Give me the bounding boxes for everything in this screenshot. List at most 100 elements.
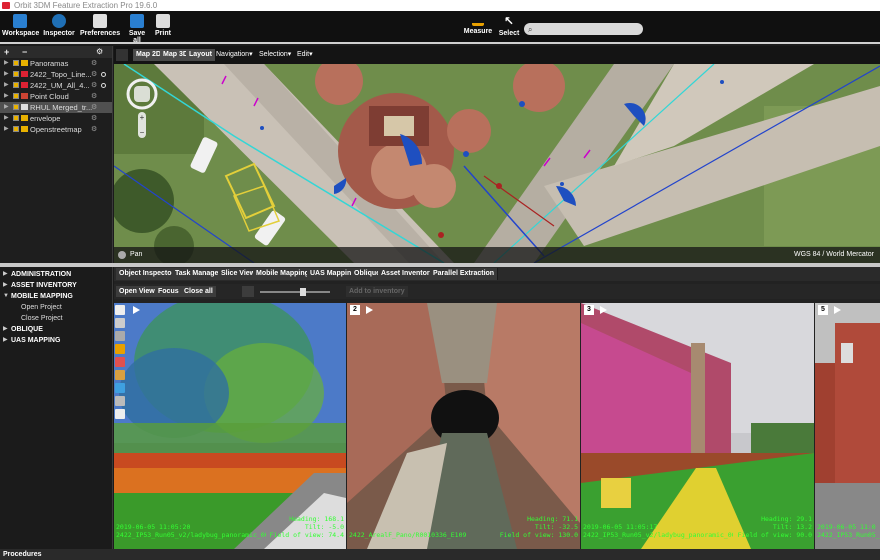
map-collapse-icon[interactable] xyxy=(116,49,128,61)
module-tab[interactable]: Mobile Mapping xyxy=(253,268,313,280)
expand-icon[interactable]: ▶ xyxy=(4,80,9,91)
play-icon[interactable] xyxy=(832,305,842,315)
module-tab[interactable]: Object Inspector xyxy=(116,268,179,280)
pointcloud-icon[interactable] xyxy=(115,357,125,367)
fov-label: Field of view: xyxy=(269,531,325,539)
play-icon[interactable] xyxy=(131,305,141,315)
layer-settings-icon[interactable]: ⚙ xyxy=(96,46,103,58)
menu-section[interactable]: ▶ ASSET INVENTORY xyxy=(0,280,112,291)
layer-gear-icon[interactable]: ⚙ xyxy=(91,113,97,124)
measure-icon[interactable] xyxy=(115,396,125,406)
layer-checkbox[interactable] xyxy=(13,104,19,110)
procedures-bar[interactable]: Procedures xyxy=(0,549,880,560)
opacity-slider[interactable] xyxy=(260,288,330,296)
remove-layer-button[interactable]: − xyxy=(22,46,27,58)
select-button[interactable]: ↖ Select xyxy=(498,14,520,42)
layer-gear-icon[interactable]: ⚙ xyxy=(91,80,97,91)
target-icon[interactable] xyxy=(115,331,125,341)
layer-gear-icon[interactable]: ⚙ xyxy=(91,91,97,102)
layer-gear-icon[interactable]: ⚙ xyxy=(91,102,97,113)
layer-item[interactable]: ▶ envelope ⚙ xyxy=(0,113,112,124)
menu-item[interactable]: Close Project xyxy=(0,313,112,324)
tab-layout[interactable]: Layout xyxy=(186,49,215,61)
panorama-view[interactable]: 2019-06-05 11:05:20 Heading: 168.1 Tilt:… xyxy=(114,303,346,549)
menu-section[interactable]: ▶ ADMINISTRATION xyxy=(0,269,112,280)
zoom-out-icon[interactable]: − xyxy=(140,128,145,137)
add-layer-button[interactable]: + xyxy=(4,46,9,58)
fov-readout: Field of view: 74.4 xyxy=(270,531,344,539)
workspace-icon xyxy=(13,14,27,28)
pano-hud: 2019-06-05 11:0 2422_IP53_Run05_ xyxy=(815,523,880,549)
layer-visibility-icon[interactable] xyxy=(101,83,106,88)
menu-section[interactable]: ▶ UAS MAPPING xyxy=(0,335,112,346)
camera-icon[interactable] xyxy=(115,383,125,393)
panorama-view[interactable]: 2 Heading: 71.1 Tilt: -32.5 Field of vie… xyxy=(347,303,580,549)
map-status-bar: Pan WGS 84 / World Mercator xyxy=(114,247,880,263)
layer-item[interactable]: ▶ Panoramas ⚙ xyxy=(0,58,112,69)
preferences-button[interactable]: Preferences xyxy=(80,14,120,42)
layer-item[interactable]: ▶ Openstreetmap ⚙ xyxy=(0,124,112,135)
search-input[interactable]: ⌕ xyxy=(524,23,643,35)
navigation-menu[interactable]: Navigation▾ xyxy=(213,49,256,61)
layer-checkbox[interactable] xyxy=(13,93,19,99)
play-icon[interactable] xyxy=(364,305,374,315)
layer-type-icon xyxy=(21,93,28,99)
grid-icon[interactable] xyxy=(115,370,125,380)
close-all-button[interactable]: Close all xyxy=(181,286,216,297)
settings-icon[interactable] xyxy=(115,318,125,328)
menu-item[interactable]: Open Project xyxy=(0,302,112,313)
info-icon[interactable] xyxy=(115,409,125,419)
search-icon: ⌕ xyxy=(528,25,533,34)
map-2d-view[interactable]: Map 2D Map 3D Layout Navigation▾ Selecti… xyxy=(114,46,880,263)
layer-item[interactable]: ▶ 2422_Topo_Line... ⚙ xyxy=(0,69,112,80)
selection-menu[interactable]: Selection▾ xyxy=(256,49,294,61)
close-icon[interactable] xyxy=(115,305,125,315)
expand-icon[interactable]: ▶ xyxy=(4,58,9,69)
menu-section[interactable]: ▼ MOBILE MAPPING xyxy=(0,291,112,302)
tilt-label: Tilt: xyxy=(304,523,325,531)
open-view-button[interactable]: Open View xyxy=(116,286,158,297)
inspector-button[interactable]: Inspector xyxy=(42,14,76,42)
workspace-label: Workspace xyxy=(2,30,40,37)
expand-icon[interactable]: ▶ xyxy=(4,91,9,102)
fov-label: Field of view: xyxy=(737,531,793,539)
layer-gear-icon[interactable]: ⚙ xyxy=(91,69,97,80)
expand-icon[interactable]: ▶ xyxy=(4,124,9,135)
expand-icon[interactable]: ▶ xyxy=(4,69,9,80)
layer-item[interactable]: ▶ 2422_UM_All_4... ⚙ xyxy=(0,80,112,91)
module-tab[interactable]: Parallel Extraction xyxy=(430,268,499,280)
workspace-button[interactable]: Workspace xyxy=(2,14,40,42)
layer-checkbox[interactable] xyxy=(13,82,19,88)
play-icon[interactable] xyxy=(598,305,608,315)
menu-section[interactable]: ▶ OBLIQUE xyxy=(0,324,112,335)
expand-icon[interactable]: ▶ xyxy=(4,102,9,113)
panorama-view[interactable]: 3 2019-06-05 11:05:17 Heading: 29.1 Tilt… xyxy=(581,303,814,549)
layer-gear-icon[interactable]: ⚙ xyxy=(91,124,97,135)
expand-icon[interactable]: ▶ xyxy=(4,113,9,124)
focus-button[interactable]: Focus xyxy=(155,286,182,297)
layer-toggle-icon[interactable] xyxy=(242,286,254,297)
save-all-button[interactable]: Save all xyxy=(124,14,150,44)
heading-readout: Heading: 29.1 xyxy=(761,515,812,523)
layer-visibility-icon[interactable] xyxy=(101,72,106,77)
fov-label: Field of view: xyxy=(499,531,555,539)
opacity-slider-thumb[interactable] xyxy=(300,288,306,296)
layer-checkbox[interactable] xyxy=(13,60,19,66)
layer-checkbox[interactable] xyxy=(13,71,19,77)
layers-icon[interactable] xyxy=(115,344,125,354)
layer-label: 2422_Topo_Line... xyxy=(30,70,92,79)
print-button[interactable]: Print xyxy=(153,14,173,42)
layer-gear-icon[interactable]: ⚙ xyxy=(91,58,97,69)
layer-item[interactable]: ▶ RHUL Merged_tr... ⚙ xyxy=(0,102,112,113)
layer-item[interactable]: ▶ Point Cloud ⚙ xyxy=(0,91,112,102)
measure-button[interactable]: Measure xyxy=(463,14,493,42)
layer-checkbox[interactable] xyxy=(13,115,19,121)
add-to-inventory-button[interactable]: Add to inventory xyxy=(346,286,408,297)
panorama-view[interactable]: 5 2019-06-05 11:0 2422_IP53_Run05_ xyxy=(815,303,880,549)
module-tab[interactable]: Asset Inventory xyxy=(378,268,438,280)
zoom-in-icon[interactable]: + xyxy=(140,113,145,122)
active-tool-label: Pan xyxy=(130,251,143,258)
layer-checkbox[interactable] xyxy=(13,126,19,132)
edit-menu[interactable]: Edit▾ xyxy=(294,49,316,61)
hand-icon[interactable] xyxy=(134,86,150,102)
